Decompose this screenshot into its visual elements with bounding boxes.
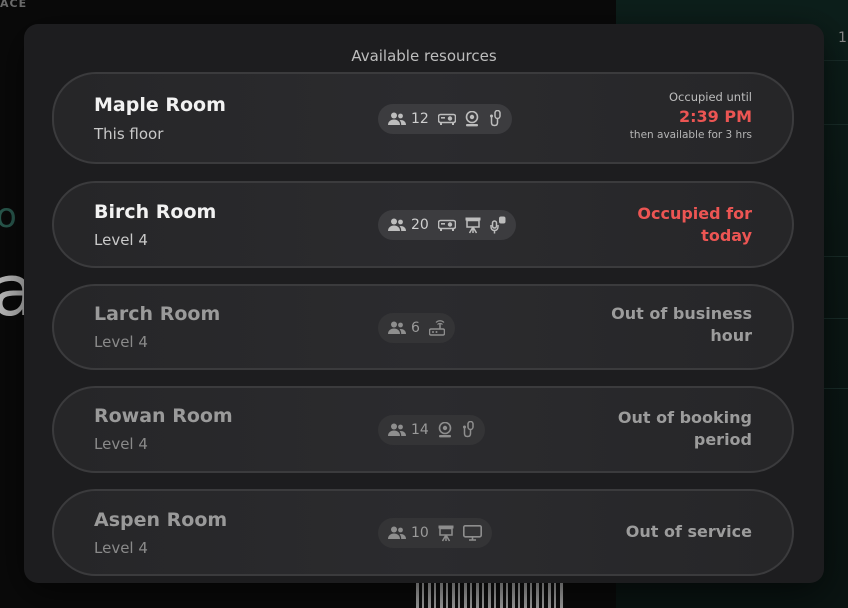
people-icon — [388, 112, 406, 126]
router-icon — [428, 320, 445, 336]
amenities-pill: 10 — [378, 518, 492, 548]
status-out-of-business-hour: Out of business hour — [611, 304, 752, 345]
amenities-pill: 14 — [378, 415, 485, 445]
resource-card-rowan-room[interactable]: Rowan Room Level 4 14 Out of booking per… — [52, 386, 794, 473]
amenities-pill: 20 — [378, 210, 516, 240]
projector-icon — [437, 219, 456, 231]
microphone-icon — [461, 421, 475, 439]
amenities-pill: 12 — [378, 104, 512, 134]
people-icon — [388, 526, 406, 540]
resource-location: This floor — [94, 125, 164, 143]
resource-name: Larch Room — [94, 303, 221, 325]
resource-location: Level 4 — [94, 435, 148, 453]
background-right-number: 1 — [838, 30, 847, 46]
status-occupied-until: Occupied until 2:39 PM then available fo… — [630, 90, 752, 141]
resource-card-maple-room[interactable]: Maple Room This floor 12 Occupied until … — [52, 72, 794, 164]
webcam-icon — [465, 111, 479, 127]
status-time: 2:39 PM — [678, 107, 752, 126]
people-icon — [388, 321, 406, 335]
modal-title: Available resources — [351, 47, 497, 65]
available-resources-modal: Available resources Maple Room This floo… — [24, 24, 824, 583]
resource-location: Level 4 — [94, 231, 148, 249]
status-availability: then available for 3 hrs — [629, 129, 752, 141]
resource-name: Birch Room — [94, 201, 217, 223]
projector-icon — [437, 113, 456, 125]
amenities-pill: 6 — [378, 313, 455, 343]
presentation-icon — [438, 525, 454, 542]
background-corner-text: ACE — [0, 0, 28, 10]
resource-card-larch-room[interactable]: Larch Room Level 4 6 Out of business hou… — [52, 284, 794, 370]
background-partial-text: o — [0, 196, 17, 236]
wireless-mic-icon — [490, 216, 506, 234]
people-icon — [388, 423, 406, 437]
status-label: Occupied until — [669, 90, 752, 104]
resource-location: Level 4 — [94, 333, 148, 351]
resource-card-birch-room[interactable]: Birch Room Level 4 20 Occupied for today — [52, 181, 794, 268]
webcam-icon — [438, 422, 452, 438]
people-icon — [388, 218, 406, 232]
resource-card-aspen-room[interactable]: Aspen Room Level 4 10 Out of service — [52, 489, 794, 576]
microphone-icon — [488, 110, 502, 128]
status-out-of-service: Out of service — [625, 522, 752, 541]
capacity-value: 10 — [411, 525, 429, 541]
resource-name: Aspen Room — [94, 509, 228, 531]
resource-name: Rowan Room — [94, 405, 233, 427]
presentation-icon — [465, 217, 481, 234]
monitor-icon — [462, 525, 482, 541]
status-out-of-booking-period: Out of booking period — [617, 408, 752, 449]
capacity-value: 6 — [411, 320, 420, 336]
capacity-value: 12 — [411, 111, 429, 127]
resource-name: Maple Room — [94, 94, 226, 116]
resource-location: Level 4 — [94, 539, 148, 557]
capacity-value: 20 — [411, 217, 429, 233]
status-occupied-today: Occupied for today — [637, 204, 752, 245]
capacity-value: 14 — [411, 422, 429, 438]
